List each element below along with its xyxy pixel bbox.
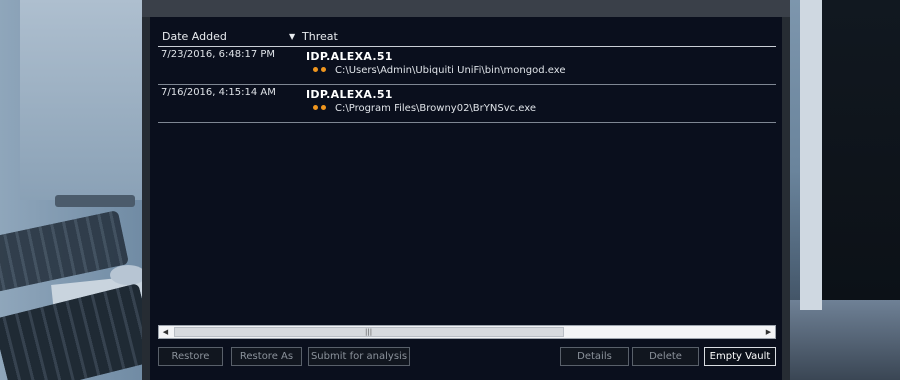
threat-name-cell: IDP.ALEXA.51 [306, 50, 393, 63]
grip-icon: ||| [365, 328, 373, 336]
table-row[interactable]: 7/16/2016, 4:15:14 AM IDP.ALEXA.51 C:\Pr… [158, 85, 776, 123]
submit-for-analysis-button[interactable]: Submit for analysis [308, 347, 410, 366]
virus-vault-window: Date Added ▼ Threat 7/23/2016, 6:48:17 P… [142, 0, 790, 380]
empty-vault-button[interactable]: Empty Vault [704, 347, 776, 366]
sort-descending-icon[interactable]: ▼ [289, 30, 295, 43]
threat-path-cell: C:\Users\Admin\Ubiquiti UniFi\bin\mongod… [335, 65, 566, 76]
window-top-bar [142, 0, 790, 17]
background-monitor-left [20, 0, 144, 200]
scroll-right-icon[interactable]: ▶ [762, 326, 775, 338]
vault-panel: Date Added ▼ Threat 7/23/2016, 6:48:17 P… [150, 17, 782, 380]
horizontal-scrollbar[interactable]: ◀ ||| ▶ [158, 325, 776, 339]
threat-name-cell: IDP.ALEXA.51 [306, 88, 393, 101]
column-threat[interactable]: Threat [302, 30, 338, 43]
background-monitor-right-bezel [800, 0, 822, 310]
scrollbar-thumb[interactable]: ||| [174, 327, 564, 337]
threat-path-cell: C:\Program Files\Browny02\BrYNSvc.exe [335, 103, 537, 114]
severity-dots-icon [313, 67, 327, 73]
column-date-added[interactable]: Date Added [162, 30, 227, 43]
background-monitor-right [822, 0, 900, 300]
details-button[interactable]: Details [560, 347, 629, 366]
background-mouse [110, 265, 146, 285]
background-monitor-stand [55, 195, 135, 207]
severity-dots-icon [313, 105, 327, 111]
date-added-cell: 7/23/2016, 6:48:17 PM [161, 49, 276, 60]
date-added-cell: 7/16/2016, 4:15:14 AM [161, 87, 276, 98]
restore-as-button[interactable]: Restore As [231, 347, 302, 366]
scroll-left-icon[interactable]: ◀ [159, 326, 172, 338]
background-desk-right [790, 300, 900, 380]
delete-button[interactable]: Delete [632, 347, 699, 366]
restore-button[interactable]: Restore [158, 347, 223, 366]
table-header: Date Added ▼ Threat [158, 30, 776, 47]
table-row[interactable]: 7/23/2016, 6:48:17 PM IDP.ALEXA.51 C:\Us… [158, 47, 776, 85]
